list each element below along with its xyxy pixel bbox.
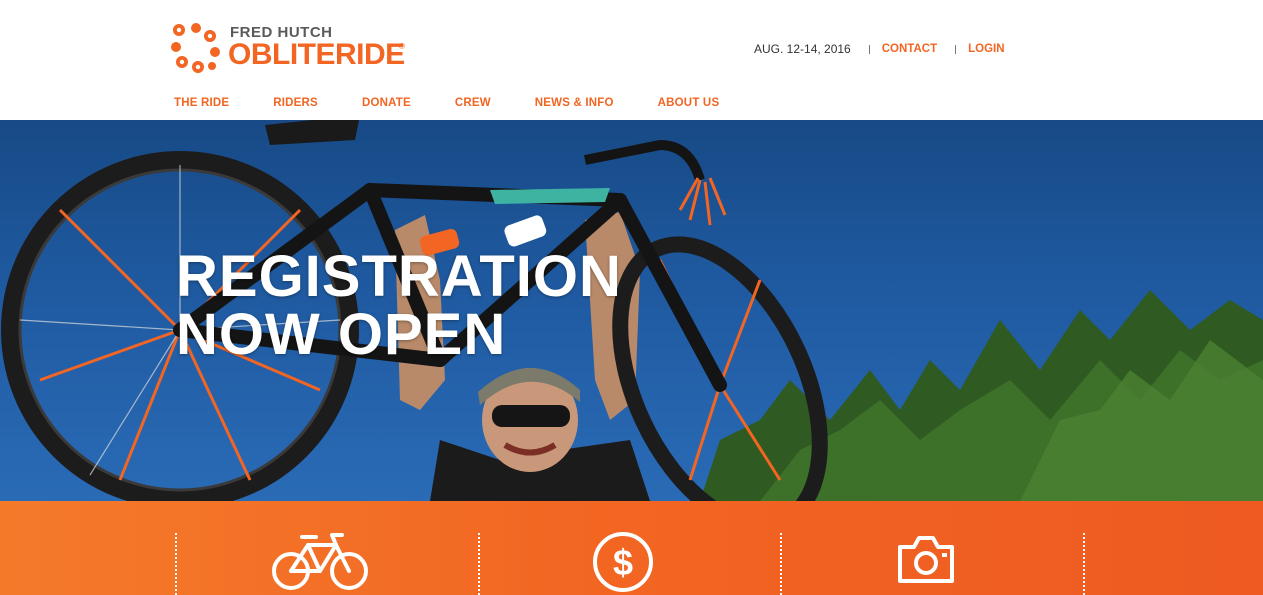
feature-band: $ <box>0 501 1263 595</box>
registered-mark: ® <box>399 42 405 51</box>
main-nav: THE RIDE RIDERS DONATE CREW NEWS & INFO … <box>174 97 763 109</box>
nav-item-news-info[interactable]: NEWS & INFO <box>535 97 614 109</box>
utility-bar: AUG. 12-14, 2016 CONTACT LOGIN <box>754 42 1005 56</box>
hero-banner[interactable]: REGISTRATION NOW OPEN <box>0 120 1263 501</box>
svg-text:$: $ <box>613 542 633 583</box>
dotted-divider <box>1083 533 1085 595</box>
dotted-divider <box>780 533 782 595</box>
logo-main-text: OBLITERIDE <box>228 38 405 71</box>
hero-headline: REGISTRATION NOW OPEN <box>176 248 622 364</box>
login-link[interactable]: LOGIN <box>968 43 1004 55</box>
dollar-icon[interactable]: $ <box>592 531 654 593</box>
contact-link[interactable]: CONTACT <box>882 43 937 55</box>
nav-item-crew[interactable]: CREW <box>455 97 491 109</box>
dotted-divider <box>175 533 177 595</box>
divider <box>868 44 870 54</box>
bicycle-icon[interactable] <box>270 531 370 595</box>
divider <box>955 44 957 54</box>
nav-item-the-ride[interactable]: THE RIDE <box>174 97 229 109</box>
dotted-divider <box>478 533 480 595</box>
nav-item-donate[interactable]: DONATE <box>362 97 411 109</box>
hero-headline-line2: NOW OPEN <box>176 302 507 367</box>
camera-icon[interactable] <box>896 531 956 587</box>
chain-logo-icon <box>171 23 220 73</box>
nav-item-riders[interactable]: RIDERS <box>273 97 318 109</box>
obliteride-logo[interactable]: FRED HUTCH OBLITERIDE ® <box>170 22 410 74</box>
nav-item-about-us[interactable]: ABOUT US <box>658 97 720 109</box>
event-date: AUG. 12-14, 2016 <box>754 42 851 56</box>
hero-headline-line1: REGISTRATION <box>176 244 622 309</box>
site-header: FRED HUTCH OBLITERIDE ® AUG. 12-14, 2016… <box>0 0 1263 120</box>
